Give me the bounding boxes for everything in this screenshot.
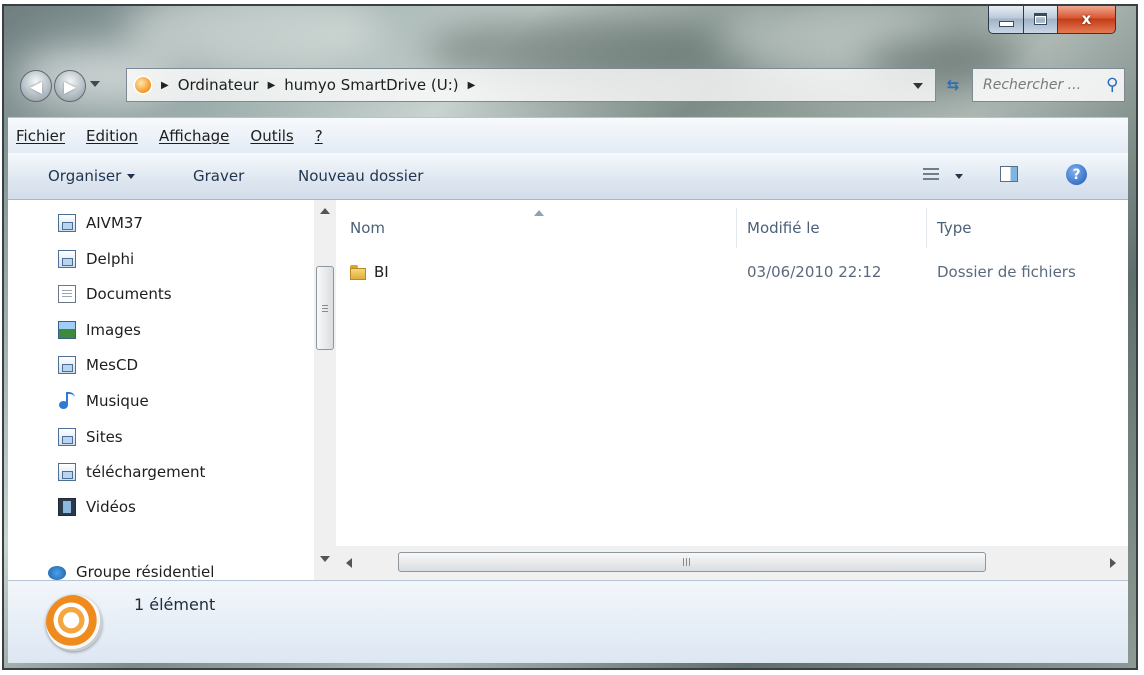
help-icon[interactable]: ? <box>1066 164 1087 185</box>
menu-affichage[interactable]: Affichage <box>159 127 229 145</box>
tree-item-label: MesCD <box>86 356 139 374</box>
humyo-logo-icon <box>46 595 102 651</box>
humyo-logo-icon <box>133 75 153 95</box>
address-history-dropdown[interactable] <box>913 83 923 89</box>
preview-pane-icon[interactable] <box>1000 166 1018 182</box>
search-input[interactable]: Rechercher ... <box>983 77 1081 93</box>
close-button[interactable]: x <box>1058 6 1116 34</box>
table-row[interactable]: BI 03/06/2010 22:12 Dossier de fichiers <box>336 258 1126 288</box>
arrow-right-icon: ▶ <box>63 76 77 96</box>
view-options-icon[interactable] <box>923 167 939 183</box>
network-drive-icon <box>58 356 76 374</box>
chevron-right-icon[interactable]: ▶ <box>161 80 169 91</box>
recent-pages-dropdown[interactable] <box>90 81 100 87</box>
scrollbar-thumb[interactable] <box>398 552 986 572</box>
column-header-type[interactable]: Type <box>927 208 1127 248</box>
tree-item-label: Vidéos <box>86 498 136 516</box>
tree-item-sites[interactable]: Sites <box>58 424 123 450</box>
tree-item-documents[interactable]: Documents <box>58 281 172 307</box>
scroll-up-icon[interactable] <box>320 208 330 214</box>
search-box[interactable]: Rechercher ... ⚲ <box>972 68 1125 102</box>
chevron-right-icon[interactable]: ▶ <box>268 80 276 91</box>
content-area: AIVM37 Delphi Documents Images MesCD Mus… <box>8 200 1128 580</box>
column-header-modified[interactable]: Modifié le <box>737 208 927 248</box>
column-header-name[interactable]: Nom <box>336 208 737 248</box>
tree-item-label: Groupe résidentiel <box>76 563 215 580</box>
view-options-dropdown[interactable] <box>955 174 963 179</box>
breadcrumb-ordinateur[interactable]: Ordinateur <box>178 76 259 94</box>
tree-item-label: Delphi <box>86 250 135 268</box>
minimize-button[interactable] <box>988 6 1024 34</box>
network-drive-icon <box>58 463 76 481</box>
network-drive-icon <box>58 214 76 232</box>
folder-icon <box>350 263 368 281</box>
tree-item-mescd[interactable]: MesCD <box>58 352 138 378</box>
tree-item-label: Documents <box>86 285 172 303</box>
graver-button[interactable]: Graver <box>193 167 244 185</box>
minimize-icon <box>998 20 1014 27</box>
new-folder-button[interactable]: Nouveau dossier <box>298 167 423 185</box>
grip-icon <box>322 305 328 313</box>
details-pane: 1 élément <box>8 580 1128 663</box>
navigation-pane-scrollbar[interactable] <box>314 200 336 580</box>
organiser-button[interactable]: Organiser <box>48 167 136 185</box>
chevron-right-icon[interactable]: ▶ <box>468 80 476 91</box>
menu-edition[interactable]: Edition <box>86 127 138 145</box>
maximize-button[interactable] <box>1024 6 1058 34</box>
file-list-horizontal-scrollbar[interactable] <box>336 546 1128 580</box>
forward-button[interactable]: ▶ <box>54 70 86 102</box>
breadcrumb-smartdrive[interactable]: humyo SmartDrive (U:) <box>284 76 458 94</box>
navigation-pane: AIVM37 Delphi Documents Images MesCD Mus… <box>8 200 308 580</box>
tree-item-groupe-residentiel[interactable]: Groupe résidentiel <box>48 563 214 580</box>
chevron-down-icon <box>127 174 136 179</box>
grip-icon <box>683 558 691 566</box>
maximize-icon <box>1034 12 1047 25</box>
organiser-label: Organiser <box>48 167 122 185</box>
arrow-left-icon: ◀ <box>29 76 43 96</box>
menu-outils[interactable]: Outils <box>250 127 293 145</box>
network-drive-icon <box>58 250 76 268</box>
tree-item-label: Musique <box>86 392 149 410</box>
address-bar[interactable]: ▶ Ordinateur ▶ humyo SmartDrive (U:) ▶ <box>126 68 936 102</box>
tree-item-images[interactable]: Images <box>58 317 141 343</box>
tree-item-videos[interactable]: Vidéos <box>58 494 136 520</box>
images-icon <box>58 321 76 339</box>
file-modified: 03/06/2010 22:12 <box>747 263 882 281</box>
menu-bar: Fichier Edition Affichage Outils ? <box>8 117 1128 153</box>
command-bar: Organiser Graver Nouveau dossier ? <box>8 153 1128 200</box>
tree-item-telechargement[interactable]: téléchargement <box>58 459 205 485</box>
caption-buttons: x <box>988 6 1116 34</box>
scrollbar-thumb[interactable] <box>316 266 334 350</box>
scroll-left-icon[interactable] <box>346 558 352 568</box>
file-list: Nom Modifié le Type BI 03/06/2010 22:12 … <box>336 200 1128 546</box>
videos-icon <box>58 498 76 516</box>
documents-icon <box>58 285 76 303</box>
search-icon[interactable]: ⚲ <box>1106 75 1118 95</box>
tree-item-label: AIVM37 <box>86 214 143 232</box>
music-icon <box>58 392 76 410</box>
back-button[interactable]: ◀ <box>20 70 52 102</box>
scroll-right-icon[interactable] <box>1110 558 1116 568</box>
tree-item-musique[interactable]: Musique <box>58 388 149 414</box>
homegroup-icon <box>48 565 66 580</box>
refresh-icon: ⇆ <box>946 76 960 94</box>
scroll-down-icon[interactable] <box>320 556 330 562</box>
tree-item-label: téléchargement <box>86 463 206 481</box>
tree-item-label: Images <box>86 321 141 339</box>
item-count: 1 élément <box>134 595 216 614</box>
column-label: Nom <box>350 219 386 237</box>
refresh-button[interactable]: ⇆ <box>940 71 966 99</box>
menu-help[interactable]: ? <box>315 127 323 145</box>
navigation-bar: ◀ ▶ ▶ Ordinateur ▶ humyo SmartDrive (U:)… <box>20 68 1125 104</box>
close-icon: x <box>1081 9 1092 28</box>
tree-item-label: Sites <box>86 428 123 446</box>
tree-item-delphi[interactable]: Delphi <box>58 246 134 272</box>
file-name: BI <box>374 263 389 281</box>
network-drive-icon <box>58 428 76 446</box>
file-type: Dossier de fichiers <box>937 263 1076 281</box>
sort-ascending-icon <box>534 210 544 216</box>
tree-item-aivm37[interactable]: AIVM37 <box>58 210 143 236</box>
menu-fichier[interactable]: Fichier <box>16 127 65 145</box>
